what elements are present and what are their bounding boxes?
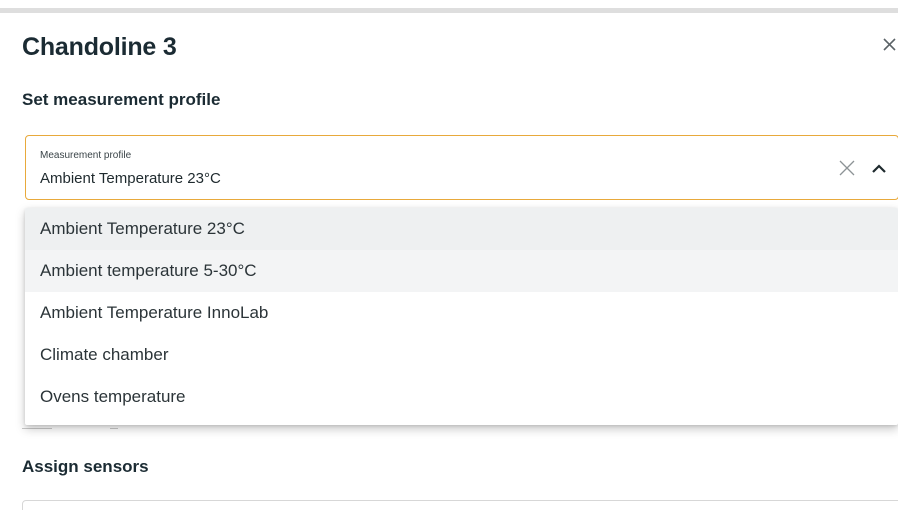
chevron-up-icon[interactable] bbox=[871, 162, 887, 174]
dropdown-option[interactable]: Climate chamber bbox=[25, 334, 898, 376]
top-divider bbox=[0, 8, 898, 13]
profile-dropdown: Ambient Temperature 23°C Ambient tempera… bbox=[25, 208, 898, 425]
dropdown-option[interactable]: Ambient Temperature InnoLab bbox=[25, 292, 898, 334]
sensors-section-heading: Assign sensors bbox=[22, 457, 149, 476]
close-icon[interactable] bbox=[838, 159, 856, 177]
profile-section-heading: Set measurement profile bbox=[22, 90, 221, 109]
dialog-title: Chandoline 3 bbox=[22, 33, 177, 61]
dropdown-option[interactable]: Ambient temperature 5-30°C bbox=[25, 250, 898, 292]
dropdown-option[interactable]: Ambient Temperature 23°C bbox=[25, 208, 898, 250]
close-icon bbox=[883, 38, 896, 51]
close-button[interactable] bbox=[881, 34, 898, 54]
dropdown-option[interactable]: Ovens temperature bbox=[25, 376, 898, 418]
dialog: Chandoline 3 Set measurement profile Mea… bbox=[0, 0, 898, 510]
select-value: Ambient Temperature 23°C bbox=[40, 170, 221, 187]
sensor-assignment-field[interactable] bbox=[22, 500, 898, 510]
select-label: Measurement profile bbox=[40, 150, 132, 161]
measurement-profile-select[interactable]: Measurement profile Ambient Temperature … bbox=[25, 135, 898, 200]
